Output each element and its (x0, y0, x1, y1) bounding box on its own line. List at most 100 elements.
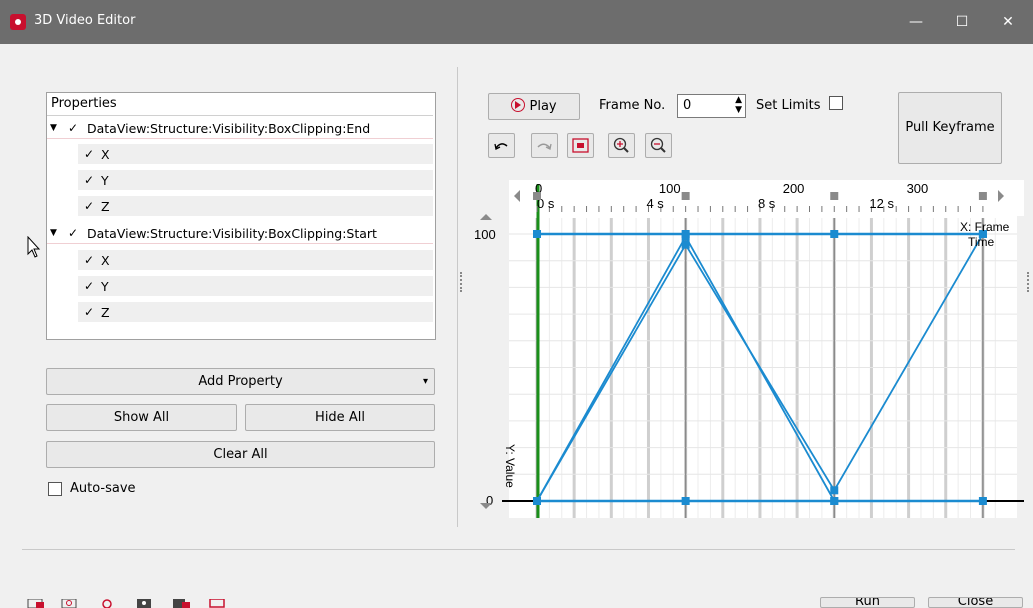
clear-all-button[interactable]: Clear All (46, 441, 435, 468)
maximize-button[interactable]: ☐ (939, 0, 985, 44)
add-property-dropdown[interactable]: Add Property ▾ (46, 368, 435, 395)
y-tick-label: 100 (474, 227, 496, 242)
ruler-time-label: 12 s (869, 196, 894, 211)
title-bar: 3D Video Editor — ☐ ✕ (0, 0, 1033, 44)
tree-group-start[interactable]: ▼ ✓ DataView:Structure:Visibility:BoxCli… (47, 223, 433, 244)
ruler-keyframe-marker (681, 192, 690, 200)
run-label: Run (855, 597, 880, 608)
group-end-checkbox[interactable]: ✓ (67, 122, 79, 134)
import-settings-icon[interactable] (170, 599, 192, 608)
properties-header: Properties (47, 93, 433, 116)
x-axis-label: X: Frame (960, 220, 1010, 234)
item-label: Z (101, 199, 110, 214)
keyframe-point[interactable] (830, 497, 839, 505)
tree-item[interactable]: ✓ Z (78, 302, 433, 323)
mouse-cursor-icon (27, 236, 41, 258)
item-checkbox[interactable]: ✓ (83, 306, 95, 318)
keyframe-point[interactable] (681, 497, 690, 505)
refresh-settings-icon[interactable] (97, 599, 119, 608)
ruler-frame-label: 200 (783, 181, 805, 196)
redo-icon (537, 143, 552, 150)
ruler-frame-label: 100 (659, 181, 681, 196)
run-button[interactable]: Run (820, 597, 915, 608)
add-property-label: Add Property (198, 374, 283, 389)
item-label: X (101, 147, 110, 162)
item-label: Z (101, 305, 110, 320)
set-limits-label: Set Limits (756, 98, 821, 113)
tree-item[interactable]: ✓ Y (78, 170, 433, 191)
collapse-arrow-icon[interactable]: ▼ (50, 223, 57, 244)
item-label: Y (101, 173, 109, 188)
tree-item[interactable]: ✓ Y (78, 276, 433, 297)
zoom-out-button[interactable] (645, 133, 672, 158)
collapse-arrow-icon[interactable]: ▼ (50, 118, 57, 139)
frame-number-spinbox[interactable]: 0 ▲ ▼ (677, 94, 746, 118)
spin-arrows-icon[interactable]: ▲ ▼ (735, 95, 742, 115)
zoom-out-icon (650, 137, 666, 153)
item-checkbox[interactable]: ✓ (83, 254, 95, 266)
zoom-in-icon (613, 137, 629, 153)
redo-button[interactable] (531, 133, 558, 158)
set-limits-checkbox[interactable] (829, 96, 843, 110)
frame-number-value[interactable]: 0 (683, 98, 691, 113)
keyframe-chart[interactable]: 00 s1004 s2008 s30012 s1000 X: Frame Tim… (472, 176, 1024, 520)
close-button[interactable]: Close (928, 597, 1023, 608)
play-button[interactable]: Play (488, 93, 580, 120)
undo-button[interactable] (488, 133, 515, 158)
pull-keyframe-button[interactable]: Pull Keyframe (898, 92, 1002, 164)
ruler-time-label: 8 s (758, 196, 776, 211)
splitter-grip[interactable] (460, 272, 464, 292)
load-settings-icon[interactable] (26, 599, 48, 608)
undo-icon (494, 143, 508, 150)
item-label: X (101, 253, 110, 268)
keyframe-point[interactable] (978, 497, 987, 505)
keyframe-point[interactable] (681, 240, 690, 249)
frame-number-label: Frame No. (599, 98, 666, 113)
bottom-divider (22, 549, 1015, 550)
right-splitter-grip[interactable] (1027, 272, 1031, 292)
keyframe-point[interactable] (533, 497, 541, 505)
item-checkbox[interactable]: ✓ (83, 200, 95, 212)
keyframe-point[interactable] (681, 232, 690, 241)
y-axis-label: Y: Value (503, 444, 517, 488)
properties-header-label: Properties (51, 96, 117, 111)
save-settings-icon[interactable] (60, 599, 82, 608)
item-label: Y (101, 279, 109, 294)
group-start-checkbox[interactable]: ✓ (67, 227, 79, 239)
minimize-button[interactable]: — (893, 0, 939, 44)
show-all-button[interactable]: Show All (46, 404, 237, 431)
tree-item[interactable]: ✓ Z (78, 196, 433, 217)
export-video-icon[interactable] (207, 599, 229, 608)
app-icon (10, 14, 26, 30)
group-start-label: DataView:Structure:Visibility:BoxClippin… (87, 226, 377, 241)
close-window-button[interactable]: ✕ (985, 0, 1031, 44)
item-checkbox[interactable]: ✓ (83, 148, 95, 160)
fit-view-button[interactable] (567, 133, 594, 158)
tree-item[interactable]: ✓ X (78, 250, 433, 271)
x-axis-label-time: Time (968, 235, 995, 249)
tree-item[interactable]: ✓ X (78, 144, 433, 165)
export-settings-icon[interactable] (134, 599, 156, 608)
hide-all-button[interactable]: Hide All (245, 404, 435, 431)
tree-group-end[interactable]: ▼ ✓ DataView:Structure:Visibility:BoxCli… (47, 118, 433, 139)
play-label: Play (529, 99, 557, 114)
ruler-keyframe-marker (830, 192, 839, 200)
auto-save-label: Auto-save (70, 481, 136, 496)
zoom-in-button[interactable] (608, 133, 635, 158)
close-label: Close (957, 597, 994, 608)
window-title: 3D Video Editor (34, 13, 136, 28)
auto-save-checkbox[interactable] (48, 482, 62, 496)
keyframe-point[interactable] (830, 230, 839, 238)
keyframe-point[interactable] (533, 230, 541, 238)
splitter[interactable] (457, 67, 458, 527)
dropdown-arrow-icon: ▾ (422, 376, 428, 387)
fit-view-icon (572, 138, 589, 153)
ruler-time-label: 4 s (646, 196, 664, 211)
keyframe-point[interactable] (830, 486, 839, 495)
ruler-keyframe-marker (533, 192, 541, 200)
ruler-keyframe-marker (978, 192, 987, 200)
group-end-label: DataView:Structure:Visibility:BoxClippin… (87, 121, 371, 136)
item-checkbox[interactable]: ✓ (83, 280, 95, 292)
item-checkbox[interactable]: ✓ (83, 174, 95, 186)
ruler-frame-label: 300 (907, 181, 929, 196)
